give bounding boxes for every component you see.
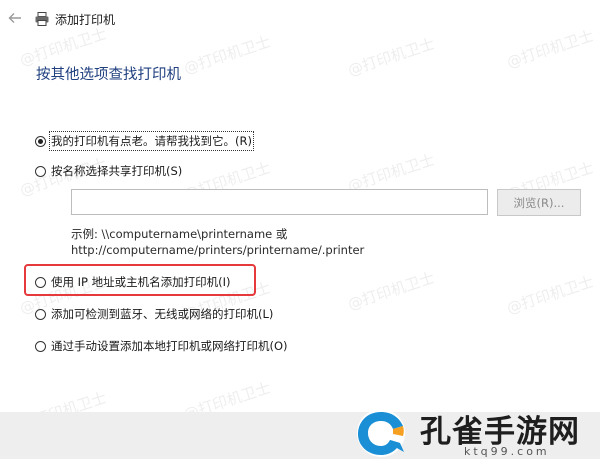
radio-option-manual-setup[interactable]: 通过手动设置添加本地打印机或网络打印机(O) [35, 336, 288, 356]
site-logo: 孔雀手游网 ktq99.com [352, 406, 592, 459]
radio-button[interactable] [35, 165, 46, 177]
window-title: 添加打印机 [55, 13, 116, 27]
radio-label: 通过手动设置添加本地打印机或网络打印机(O) [51, 339, 288, 353]
radio-option-ip-address[interactable]: 使用 IP 地址或主机名添加打印机(I) [35, 272, 231, 292]
printer-icon [35, 12, 49, 26]
radio-label: 添加可检测到蓝牙、无线或网络的打印机(L) [51, 307, 274, 321]
peacock-logo-icon [357, 409, 405, 457]
radio-label: 使用 IP 地址或主机名添加打印机(I) [51, 275, 231, 289]
watermark-text: @打印机卫士 [345, 268, 437, 314]
title-bar: 添加打印机 [0, 0, 600, 40]
radio-option-bluetooth-wireless[interactable]: 添加可检测到蓝牙、无线或网络的打印机(L) [35, 304, 273, 324]
back-arrow-icon[interactable] [6, 9, 24, 27]
example-line-1: 示例: \\computername\printername 或 [71, 227, 288, 241]
logo-domain: ktq99.com [464, 445, 550, 458]
radio-button[interactable] [35, 308, 46, 320]
radio-button[interactable] [35, 276, 46, 288]
browse-button[interactable]: 浏览(R)... [497, 189, 581, 216]
example-text: 示例: \\computername\printername 或 http://… [71, 226, 364, 258]
radio-option-old-printer[interactable]: 我的打印机有点老。请帮我找到它。(R) [35, 131, 254, 151]
watermark-text: @打印机卫士 [504, 272, 596, 318]
radio-button[interactable] [35, 135, 46, 147]
radio-label: 按名称选择共享打印机(S) [51, 164, 183, 178]
share-printer-name-input[interactable] [71, 189, 488, 215]
radio-label: 我的打印机有点老。请帮我找到它。(R) [49, 131, 254, 151]
page-heading: 按其他选项查找打印机 [36, 67, 181, 83]
example-line-2: http://computername/printers/printername… [71, 243, 365, 257]
radio-button[interactable] [35, 340, 46, 352]
radio-option-shared-printer[interactable]: 按名称选择共享打印机(S) [35, 161, 182, 181]
